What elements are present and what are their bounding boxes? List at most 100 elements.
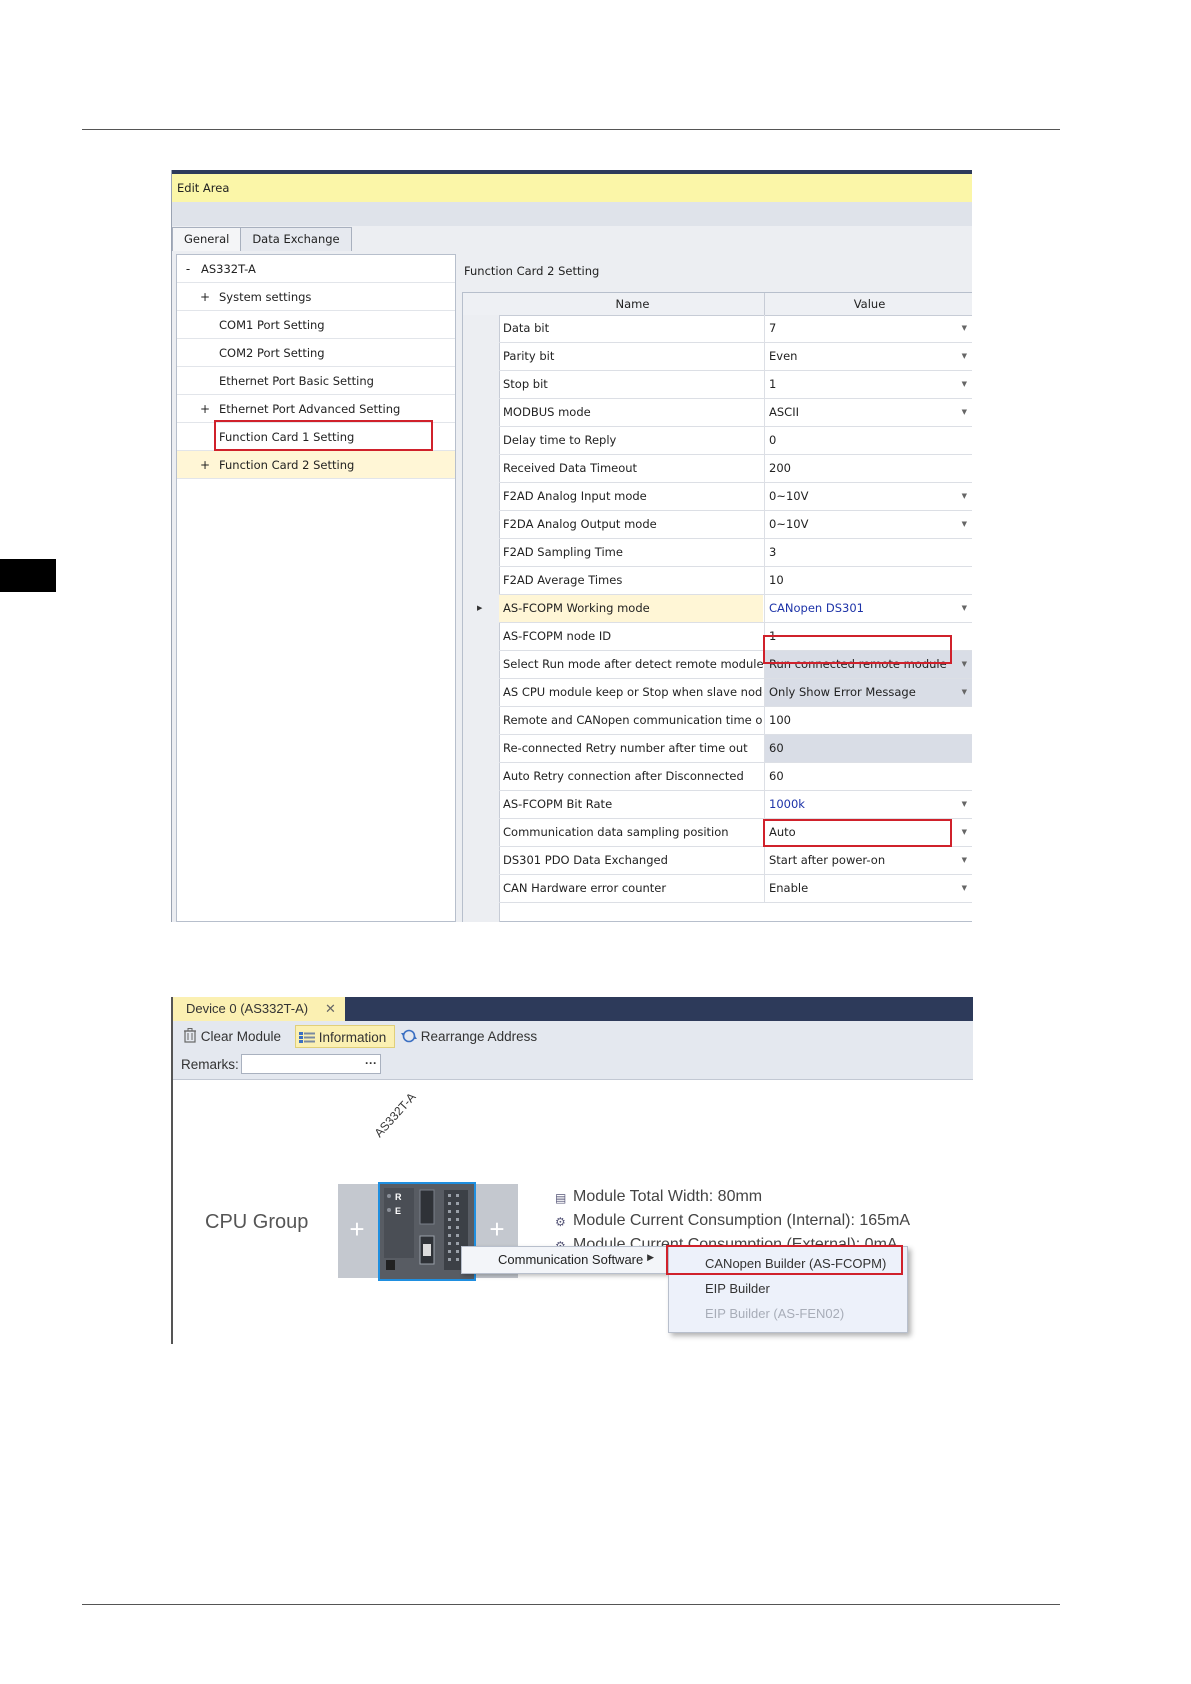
dropdown-arrow-icon[interactable]: ▼: [962, 875, 967, 902]
tree-item-label: COM1 Port Setting: [219, 318, 325, 332]
property-row: Communication data sampling position Auto…: [499, 819, 972, 847]
tree-item[interactable]: + System settings: [177, 283, 455, 311]
tab-data-exchange[interactable]: Data Exchange: [240, 227, 352, 251]
tree-item[interactable]: + Function Card 2 Setting: [177, 451, 455, 479]
expand-icon[interactable]: +: [199, 395, 211, 423]
property-value[interactable]: 100: [764, 707, 972, 734]
dropdown-arrow-icon[interactable]: ▼: [962, 791, 967, 818]
expand-icon[interactable]: +: [199, 283, 211, 311]
property-value[interactable]: Even ▼: [764, 343, 972, 370]
property-value[interactable]: 200: [764, 455, 972, 482]
property-value-text: 0: [769, 433, 777, 447]
property-value[interactable]: 10: [764, 567, 972, 594]
property-value-text: Enable: [769, 881, 809, 895]
tab-general[interactable]: General: [172, 227, 242, 251]
property-value[interactable]: ASCII ▼: [764, 399, 972, 426]
cpu-module-icon: R E: [380, 1184, 474, 1279]
property-name: MODBUS mode: [503, 405, 591, 419]
property-name: Data bit: [503, 321, 550, 335]
toolbar-band: [172, 202, 972, 226]
property-row: Delay time to Reply 0: [499, 427, 972, 455]
property-row: F2DA Analog Output mode 0~10V ▼: [499, 511, 972, 539]
tree-item-label: COM2 Port Setting: [219, 346, 325, 360]
dropdown-arrow-icon[interactable]: ▼: [962, 483, 967, 510]
device-toolbar: Clear Module Information Rearrange Addre…: [173, 1021, 973, 1080]
property-value-text: 100: [769, 713, 791, 727]
dropdown-arrow-icon[interactable]: ▼: [962, 847, 967, 874]
rearrange-address-button[interactable]: Rearrange Address: [401, 1025, 546, 1048]
property-value[interactable]: 60: [764, 735, 972, 762]
property-row: Re-connected Retry number after time out…: [499, 735, 972, 763]
dropdown-arrow-icon[interactable]: ▼: [962, 679, 967, 706]
collapse-icon[interactable]: -: [182, 255, 194, 283]
tree-item[interactable]: Ethernet Port Basic Setting: [177, 367, 455, 395]
property-value[interactable]: 0~10V ▼: [764, 511, 972, 538]
menu-item-canopen-builder[interactable]: CANopen Builder (AS-FCOPM): [669, 1251, 907, 1277]
property-row: F2AD Analog Input mode 0~10V ▼: [499, 483, 972, 511]
remarks-input[interactable]: [241, 1054, 381, 1074]
add-left-plus-icon[interactable]: +: [342, 1214, 372, 1245]
property-value[interactable]: 1000k ▼: [764, 791, 972, 818]
settings-tree: - AS332T-A + System settings COM1 Port Set…: [176, 254, 456, 922]
property-row: AS-FCOPM node ID 1: [499, 623, 972, 651]
dropdown-arrow-icon[interactable]: ▼: [962, 651, 967, 678]
dropdown-arrow-icon[interactable]: ▼: [962, 315, 967, 342]
row-pointer-icon: ▶: [477, 604, 483, 612]
property-value[interactable]: Enable ▼: [764, 875, 972, 902]
property-row: Data bit 7 ▼: [499, 315, 972, 343]
menu-item-communication-software[interactable]: Communication Software: [498, 1252, 643, 1267]
property-value[interactable]: 60: [764, 763, 972, 790]
property-value[interactable]: Only Show Error Message ▼: [764, 679, 972, 706]
menu-item-eip-builder[interactable]: EIP Builder: [669, 1276, 907, 1302]
cpu-group-label: CPU Group: [205, 1211, 309, 1233]
property-value-text: 3: [769, 545, 777, 559]
tree-item[interactable]: COM2 Port Setting: [177, 339, 455, 367]
menu-item-eip-builder-fen02: EIP Builder (AS-FEN02): [705, 1306, 845, 1321]
property-row: F2AD Sampling Time 3: [499, 539, 972, 567]
property-value[interactable]: Run connected remote module ▼: [764, 651, 972, 678]
dropdown-arrow-icon[interactable]: ▼: [962, 343, 967, 370]
dropdown-arrow-icon[interactable]: ▼: [962, 819, 967, 846]
clear-module-button[interactable]: Clear Module: [183, 1025, 291, 1048]
dropdown-arrow-icon[interactable]: ▼: [962, 399, 967, 426]
tree-root-label: AS332T-A: [201, 262, 256, 276]
tree-item-label: Function Card 2 Setting: [219, 458, 355, 472]
chapter-side-tab: [0, 559, 56, 592]
property-row: Parity bit Even ▼: [499, 343, 972, 371]
close-icon[interactable]: ✕: [325, 997, 336, 1021]
property-value[interactable]: CANopen DS301 ▼: [764, 595, 972, 622]
property-value[interactable]: 0~10V ▼: [764, 483, 972, 510]
property-value-text: 0~10V: [769, 489, 809, 503]
tree-item[interactable]: COM1 Port Setting: [177, 311, 455, 339]
property-row: CAN Hardware error counter Enable ▼: [499, 875, 972, 903]
add-right-plus-icon[interactable]: +: [482, 1214, 512, 1245]
property-row: DS301 PDO Data Exchanged Start after powe…: [499, 847, 972, 875]
remarks-browse-button[interactable]: ···: [361, 1054, 381, 1074]
property-value[interactable]: 1: [764, 623, 972, 650]
information-button[interactable]: Information: [295, 1025, 395, 1048]
property-value[interactable]: 0: [764, 427, 972, 454]
list-icon: [299, 1032, 315, 1043]
tree-item[interactable]: + Ethernet Port Advanced Setting: [177, 395, 455, 423]
led-r-label: R: [395, 1192, 402, 1202]
property-value[interactable]: Auto ▼: [764, 819, 972, 846]
edit-area-window: Edit Area General Data Exchange - AS332T…: [171, 170, 972, 922]
dropdown-arrow-icon[interactable]: ▼: [962, 371, 967, 398]
device-tab[interactable]: Device 0 (AS332T-A) ✕: [173, 997, 345, 1021]
property-value-text: Even: [769, 349, 798, 363]
property-name: AS-FCOPM Working mode: [499, 595, 763, 622]
property-value[interactable]: 7 ▼: [764, 315, 972, 342]
tree-item[interactable]: Function Card 1 Setting: [177, 423, 455, 451]
property-value[interactable]: 3: [764, 539, 972, 566]
tree-item-label: Ethernet Port Advanced Setting: [219, 402, 401, 416]
property-value[interactable]: 1 ▼: [764, 371, 972, 398]
property-value[interactable]: Start after power-on ▼: [764, 847, 972, 874]
panel-title: Function Card 2 Setting: [464, 264, 600, 278]
dropdown-arrow-icon[interactable]: ▼: [962, 595, 967, 622]
expand-icon[interactable]: +: [199, 451, 211, 479]
property-name: AS CPU module keep or Stop when slave no…: [503, 685, 763, 699]
property-name: Received Data Timeout: [503, 461, 638, 475]
internal-current-info: Module Current Consumption (Internal): 1…: [573, 1212, 911, 1229]
tree-root[interactable]: - AS332T-A: [177, 255, 455, 283]
dropdown-arrow-icon[interactable]: ▼: [962, 511, 967, 538]
